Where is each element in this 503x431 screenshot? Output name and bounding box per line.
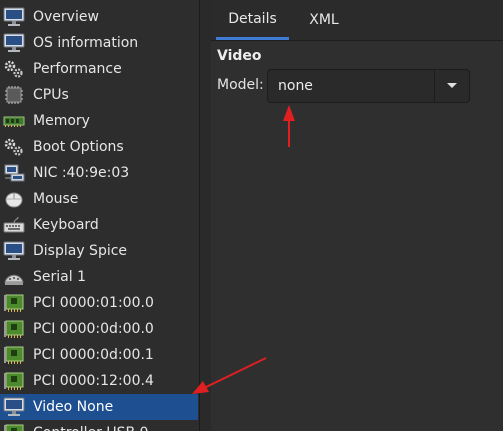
- sidebar-item-label: PCI 0000:01:00.0: [33, 295, 154, 311]
- pci-card-icon: [2, 371, 26, 391]
- sidebar-item-label: Boot Options: [33, 139, 124, 155]
- chevron-down-icon: [447, 83, 457, 88]
- memory-icon: [2, 111, 26, 131]
- gears-icon: [2, 137, 26, 157]
- sidebar-item-label: NIC :40:9e:03: [33, 165, 130, 181]
- sidebar-item-performance[interactable]: Performance: [0, 56, 198, 82]
- monitor-icon: [2, 241, 26, 261]
- serial-icon: [2, 267, 26, 287]
- window: Overview OS information Performance CPUs Mem…: [0, 0, 503, 431]
- sidebar-item-keyboard[interactable]: Keyboard: [0, 212, 198, 238]
- mouse-icon: [2, 189, 26, 209]
- sidebar-item-pci-0000-0d-00-1[interactable]: PCI 0000:0d:00.1: [0, 342, 198, 368]
- sidebar-item-label: Keyboard: [33, 217, 99, 233]
- sidebar-item-controller-usb-0[interactable]: Controller USB 0: [0, 420, 198, 431]
- sidebar-item-label: PCI 0000:12:00.4: [33, 373, 154, 389]
- section-title-video: Video: [217, 48, 262, 64]
- sidebar-item-label: OS information: [33, 35, 139, 51]
- sidebar-item-label: Serial 1: [33, 269, 86, 285]
- sidebar-item-label: Mouse: [33, 191, 79, 207]
- sidebar-item-label: Performance: [33, 61, 122, 77]
- sidebar-item-label: Controller USB 0: [33, 425, 148, 431]
- tab-xml[interactable]: XML: [295, 0, 353, 40]
- pci-card-icon: [2, 293, 26, 313]
- details-panel: Details XML Video Model: none: [211, 0, 503, 431]
- sidebar-item-cpus[interactable]: CPUs: [0, 82, 198, 108]
- model-value: none: [278, 78, 313, 94]
- sidebar-item-nic-40-9e-03[interactable]: NIC :40:9e:03: [0, 160, 198, 186]
- sidebar-item-overview[interactable]: Overview: [0, 4, 198, 30]
- sidebar-item-os-information[interactable]: OS information: [0, 30, 198, 56]
- sidebar-item-boot-options[interactable]: Boot Options: [0, 134, 198, 160]
- tab-details[interactable]: Details: [216, 0, 289, 40]
- hardware-sidebar: Overview OS information Performance CPUs Mem…: [0, 0, 200, 431]
- sidebar-item-label: PCI 0000:0d:00.1: [33, 347, 154, 363]
- chip-icon: [2, 85, 26, 105]
- monitor-icon: [2, 397, 26, 417]
- sidebar-item-pci-0000-01-00-0[interactable]: PCI 0000:01:00.0: [0, 290, 198, 316]
- sidebar-item-pci-0000-0d-00-0[interactable]: PCI 0000:0d:00.0: [0, 316, 198, 342]
- model-combobox[interactable]: none: [267, 69, 470, 103]
- sidebar-item-memory[interactable]: Memory: [0, 108, 198, 134]
- sidebar-item-label: Video None: [33, 399, 114, 415]
- sidebar-item-display-spice[interactable]: Display Spice: [0, 238, 198, 264]
- sidebar-item-label: CPUs: [33, 87, 69, 103]
- sidebar-item-label: Display Spice: [33, 243, 128, 259]
- sidebar-item-pci-0000-12-00-4[interactable]: PCI 0000:12:00.4: [0, 368, 198, 394]
- pci-card-icon: [2, 345, 26, 365]
- sidebar-item-label: Overview: [33, 9, 99, 25]
- monitor-icon: [2, 7, 26, 27]
- monitor-icon: [2, 33, 26, 53]
- sidebar-item-mouse[interactable]: Mouse: [0, 186, 198, 212]
- sidebar-item-label: Memory: [33, 113, 90, 129]
- dropdown-button[interactable]: [435, 70, 469, 102]
- sidebar-item-video-none[interactable]: Video None: [0, 394, 198, 420]
- model-label: Model:: [217, 77, 264, 93]
- network-icon: [2, 163, 26, 183]
- keyboard-icon: [2, 215, 26, 235]
- sidebar-item-serial-1[interactable]: Serial 1: [0, 264, 198, 290]
- gears-icon: [2, 59, 26, 79]
- tab-bar: Details XML: [211, 0, 503, 41]
- pci-card-icon: [2, 319, 26, 339]
- pci-card-icon: [2, 423, 26, 431]
- sidebar-item-label: PCI 0000:0d:00.0: [33, 321, 154, 337]
